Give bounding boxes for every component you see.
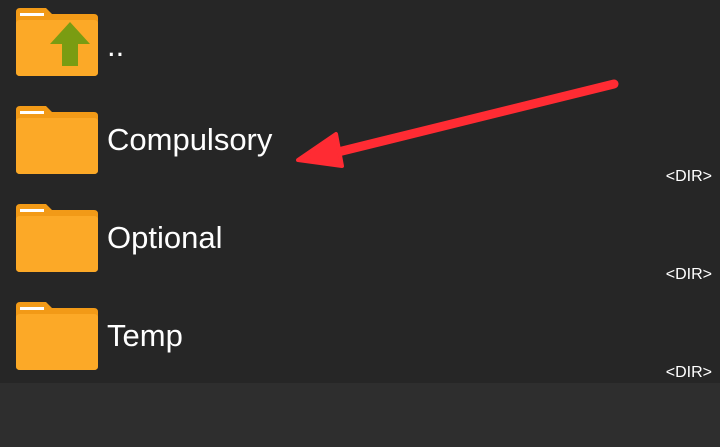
file-browser-screen: .. Compulsory <DIR> Optional <DIR> Temp … <box>0 0 720 447</box>
dir-tag: <DIR> <box>665 266 712 283</box>
list-item-temp[interactable]: Temp <DIR> <box>0 294 720 392</box>
folder-icon <box>16 204 98 272</box>
dir-tag: <DIR> <box>665 168 712 185</box>
bottom-bar <box>0 383 720 447</box>
file-list: .. Compulsory <DIR> Optional <DIR> Temp … <box>0 0 720 383</box>
folder-icon <box>16 302 98 370</box>
item-name: .. <box>107 28 125 63</box>
folder-icon <box>16 106 98 174</box>
list-item-compulsory[interactable]: Compulsory <DIR> <box>0 98 720 196</box>
list-item-parent-dir[interactable]: .. <box>0 0 720 98</box>
list-item-optional[interactable]: Optional <DIR> <box>0 196 720 294</box>
folder-up-icon <box>16 8 98 76</box>
item-name: Temp <box>107 318 183 353</box>
item-name: Compulsory <box>107 122 273 157</box>
item-name: Optional <box>107 220 223 255</box>
dir-tag: <DIR> <box>665 364 712 381</box>
